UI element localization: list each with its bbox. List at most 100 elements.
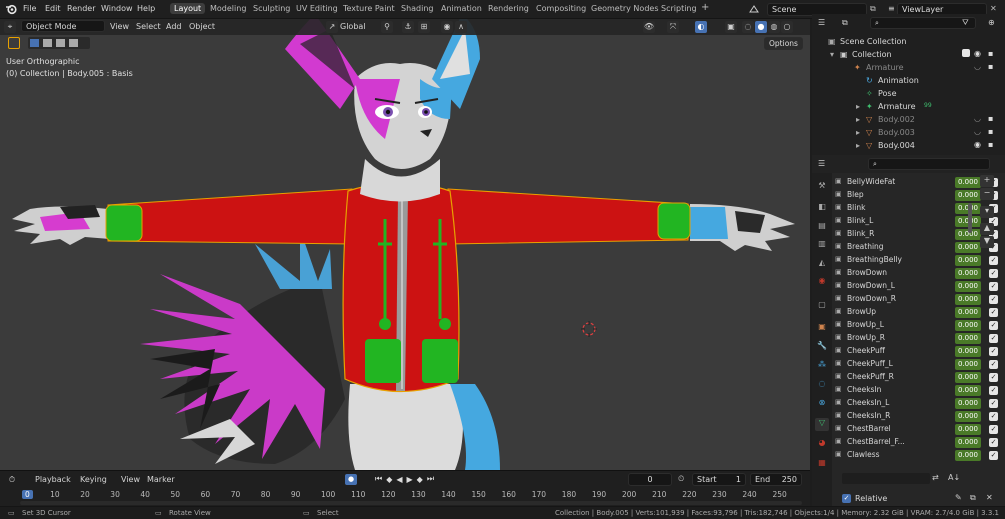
shape-key-value[interactable]: 0.000: [955, 320, 981, 331]
shape-key-row[interactable]: ▣Blink0.000✓: [835, 203, 998, 215]
menu-render[interactable]: Render: [67, 4, 95, 13]
shape-key-row[interactable]: ▣ CheeksIn 0.000 ✓: [835, 385, 998, 397]
relative-checkbox[interactable]: ✓: [842, 494, 851, 503]
material-shading-icon[interactable]: ◍: [768, 21, 780, 33]
orientation-selector[interactable]: Global: [340, 22, 366, 34]
play-icon[interactable]: ▶: [407, 475, 413, 484]
camera-icon[interactable]: ▪: [988, 62, 993, 71]
gizmo-icon[interactable]: ⤧: [667, 21, 679, 33]
select-box-tool-icon[interactable]: [8, 37, 20, 49]
outliner-collection[interactable]: ▾ ▣ Collection ◉ ▪: [812, 49, 1005, 62]
shape-key-mute-checkbox[interactable]: ✓: [989, 256, 998, 265]
end-frame-field[interactable]: End 250: [750, 473, 802, 486]
shape-key-row[interactable]: ▣Breathing0.000✓: [835, 242, 998, 254]
tab-compositing[interactable]: Compositing: [536, 4, 586, 13]
camera-icon[interactable]: ▪: [988, 127, 993, 136]
menu-add[interactable]: Add: [166, 22, 182, 34]
snap-icon[interactable]: ⚓: [402, 21, 414, 33]
properties-search-icon[interactable]: ⌕: [868, 158, 990, 170]
list-scrollbar[interactable]: [968, 203, 972, 233]
outliner-armature-data[interactable]: ▸ ✦ Armature 99: [812, 101, 1005, 114]
outliner-scene-collection[interactable]: ▣ Scene Collection: [812, 36, 1005, 49]
snap-target-icon[interactable]: ⊞: [418, 21, 430, 33]
shape-key-mute-checkbox[interactable]: ✓: [989, 321, 998, 330]
relative-checkbox-row[interactable]: ✓ Relative: [842, 494, 887, 503]
shape-key-value[interactable]: 0.000: [955, 190, 981, 201]
shape-key-value[interactable]: 0.000: [955, 372, 981, 383]
add-shape-key-button[interactable]: +: [980, 175, 994, 187]
shape-key-row[interactable]: ▣ ChestBarrel 0.000 ✓: [835, 424, 998, 436]
jump-end-icon[interactable]: ⏭: [427, 474, 434, 484]
shape-key-value[interactable]: 0.000: [955, 281, 981, 292]
shape-key-value[interactable]: 0.000: [955, 307, 981, 318]
exclude-checkbox[interactable]: [962, 49, 970, 57]
display-mode-icon[interactable]: ⧉: [842, 18, 848, 28]
menu-keying[interactable]: Keying: [80, 475, 107, 487]
record-icon[interactable]: ●: [345, 474, 357, 485]
shape-key-value[interactable]: 0.000: [955, 437, 981, 448]
expand-icon[interactable]: ▸: [856, 141, 860, 150]
tab-modeling[interactable]: Modeling: [210, 4, 246, 13]
proportional-edit-icon[interactable]: ◉: [441, 21, 453, 33]
menu-marker[interactable]: Marker: [147, 475, 175, 487]
shape-key-mute-checkbox[interactable]: ✓: [989, 373, 998, 382]
camera-icon[interactable]: ▪: [988, 114, 993, 123]
mode-selector[interactable]: Object Mode: [21, 20, 105, 32]
clear-shape-icon[interactable]: ✕: [986, 493, 993, 502]
shape-key-value[interactable]: 0.000: [955, 268, 981, 279]
menu-window[interactable]: Window: [101, 4, 133, 13]
eye-icon[interactable]: ◉: [974, 49, 981, 58]
shape-key-row[interactable]: ▣ BrowUp 0.000 ✓: [835, 307, 998, 319]
shape-key-row[interactable]: ▣ CheekPuff_R 0.000 ✓: [835, 372, 998, 384]
shape-key-mute-checkbox[interactable]: ✓: [989, 347, 998, 356]
current-frame-field[interactable]: 0: [628, 473, 672, 486]
camera-icon[interactable]: ▪: [988, 49, 993, 58]
shape-key-row[interactable]: ▣ BrowDown_R 0.000 ✓: [835, 294, 998, 306]
shape-key-value[interactable]: 0.000: [955, 242, 981, 253]
outliner-body-002[interactable]: ▸ ▽ Body.002 ◡ ▪: [812, 114, 1005, 127]
shape-key-row[interactable]: ▣Blink_L0.000✓: [835, 216, 998, 228]
shape-key-mute-checkbox[interactable]: ✓: [989, 282, 998, 291]
expand-icon[interactable]: ▸: [856, 102, 860, 111]
menu-help[interactable]: Help: [137, 4, 155, 13]
tab-rendering[interactable]: Rendering: [488, 4, 529, 13]
menu-timeline-view[interactable]: View: [121, 475, 140, 487]
shape-key-value[interactable]: 0.000: [955, 346, 981, 357]
menu-edit[interactable]: Edit: [45, 4, 61, 13]
shape-key-mute-checkbox[interactable]: ✓: [989, 360, 998, 369]
shape-key-row[interactable]: ▣ CheekPuff_L 0.000 ✓: [835, 359, 998, 371]
shape-key-mute-checkbox[interactable]: ✓: [989, 334, 998, 343]
eye-hidden-icon[interactable]: ◡: [974, 127, 981, 136]
invert-filter-icon[interactable]: ⇄: [932, 473, 939, 482]
shape-key-row[interactable]: ▣Blink_R0.000✓: [835, 229, 998, 241]
expand-icon[interactable]: ▸: [856, 128, 860, 137]
menu-file[interactable]: File: [23, 4, 36, 13]
shape-key-mute-checkbox[interactable]: ✓: [989, 438, 998, 447]
shape-key-row[interactable]: ▣ BreathingBelly 0.000 ✓: [835, 255, 998, 267]
shape-key-filter-input[interactable]: [842, 473, 930, 484]
clock-icon[interactable]: ⏲: [678, 474, 684, 484]
outliner-search-icon[interactable]: ⌕: [870, 17, 976, 29]
visibility-icon[interactable]: 👁: [643, 21, 655, 33]
shape-key-value[interactable]: 0.000: [955, 294, 981, 305]
frame-ruler[interactable]: 0 10 20 30 40 50 60 70 80 90 100 110 120 130 140 150 160…: [0, 489, 810, 501]
shape-key-mute-checkbox[interactable]: ✓: [989, 386, 998, 395]
tab-scripting[interactable]: Scripting: [661, 4, 697, 13]
shape-key-row[interactable]: ▣ CheekPuff 0.000 ✓: [835, 346, 998, 358]
shape-key-value[interactable]: 0.000: [955, 424, 981, 435]
shape-key-mute-checkbox[interactable]: ✓: [989, 425, 998, 434]
timeline-editor-icon[interactable]: ⏱: [6, 474, 18, 486]
shape-key-row[interactable]: ▣ BrowUp_L 0.000 ✓: [835, 320, 998, 332]
shape-key-value[interactable]: 0.000: [955, 450, 981, 461]
shape-key-row[interactable]: ▣Blep0.000✓: [835, 190, 998, 202]
options-dropdown[interactable]: Options: [764, 37, 803, 50]
shape-key-row[interactable]: ▣ BrowDown 0.000 ✓: [835, 268, 998, 280]
shape-key-value[interactable]: 0.000: [955, 177, 981, 188]
sort-alpha-icon[interactable]: A↓: [948, 473, 960, 482]
transform-orientation-icon[interactable]: ↗: [326, 21, 338, 33]
copy-shape-icon[interactable]: ⧉: [970, 493, 976, 503]
shape-key-mute-checkbox[interactable]: ✓: [989, 269, 998, 278]
camera-icon[interactable]: ▪: [988, 140, 993, 149]
shape-key-mute-checkbox[interactable]: ✓: [989, 451, 998, 460]
outliner-pose[interactable]: ✧ Pose: [812, 88, 1005, 101]
